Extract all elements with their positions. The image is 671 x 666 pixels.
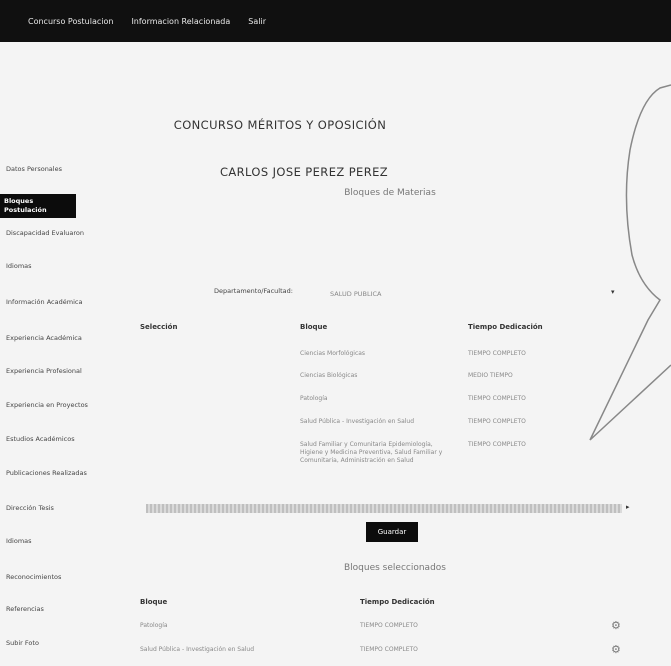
save-button[interactable]: Guardar — [366, 522, 418, 542]
horizontal-scrollbar[interactable] — [146, 504, 622, 513]
department-label: Departamento/Facultad: — [214, 287, 293, 295]
col-header-tiempo: Tiempo Dedicación — [468, 323, 543, 331]
section-title-bloques: Bloques de Materias — [344, 188, 436, 198]
sidebar-item-reconocimientos[interactable]: Reconocimientos — [6, 573, 110, 582]
row-time: TIEMPO COMPLETO — [468, 350, 526, 357]
sidebar-item-experiencia-proyectos[interactable]: Experiencia en Proyectos — [6, 401, 110, 410]
gear-icon[interactable]: ⚙ — [611, 620, 622, 631]
sidebar-item-datos-personales[interactable]: Datos Personales — [6, 165, 110, 174]
sidebar-item-discapacidad[interactable]: Discapacidad Evaluaron — [6, 229, 110, 238]
row-time: TIEMPO COMPLETO — [468, 441, 526, 448]
col-header-bloque-2: Bloque — [140, 598, 168, 606]
sidebar-item-estudios-academicos[interactable]: Estudios Académicos — [6, 435, 110, 444]
nav-informacion-relacionada[interactable]: Informacion Relacionada — [131, 17, 230, 26]
page-title: CONCURSO MÉRITOS Y OPOSICIÓN — [173, 118, 387, 132]
row-block: Patología — [300, 395, 328, 402]
sidebar-item-referencias[interactable]: Referencias — [6, 605, 110, 614]
department-select[interactable]: SALUD PUBLICA — [330, 290, 381, 298]
row-block: Salud Pública - Investigación en Salud — [300, 418, 415, 425]
sidebar-item-direccion-tesis[interactable]: Dirección Tesis — [6, 504, 110, 513]
section-title-seleccionados: Bloques seleccionados — [344, 563, 446, 573]
row-block: Patología — [140, 622, 168, 629]
row-time: MEDIO TIEMPO — [468, 372, 513, 379]
sidebar-item-experiencia-academica[interactable]: Experiencia Académica — [6, 334, 110, 343]
col-header-seleccion: Selección — [140, 323, 178, 331]
sidebar-item-bloques-postulacion[interactable]: Bloques Postulación — [0, 194, 76, 218]
row-time: TIEMPO COMPLETO — [360, 646, 418, 653]
row-time: TIEMPO COMPLETO — [468, 395, 526, 402]
sidebar-item-informacion-academica[interactable]: Información Académica — [6, 298, 110, 307]
row-time: TIEMPO COMPLETO — [468, 418, 526, 425]
nav-concurso-postulacion[interactable]: Concurso Postulacion — [28, 17, 113, 26]
row-block: Salud Familiar y Comunitaria Epidemiolog… — [300, 441, 443, 464]
arrow-right-icon[interactable]: ▸ — [626, 503, 630, 511]
col-header-bloque: Bloque — [300, 323, 328, 331]
sidebar-item-idiomas-1[interactable]: Idiomas — [6, 262, 110, 271]
sidebar-item-idiomas-2[interactable]: Idiomas — [6, 537, 110, 546]
sidebar-item-publicaciones[interactable]: Publicaciones Realizadas — [6, 469, 110, 478]
row-time: TIEMPO COMPLETO — [360, 622, 418, 629]
row-block: Ciencias Morfológicas — [300, 350, 366, 357]
sidebar-item-experiencia-profesional[interactable]: Experiencia Profesional — [6, 367, 110, 376]
sidebar-item-subir-foto[interactable]: Subir Foto — [6, 639, 110, 648]
gear-icon[interactable]: ⚙ — [611, 644, 622, 655]
col-header-tiempo-2: Tiempo Dedicación — [360, 598, 435, 606]
speech-bubble-overlay — [589, 84, 671, 441]
top-navbar: Concurso Postulacion Informacion Relacio… — [0, 0, 671, 42]
row-block: Ciencias Biológicas — [300, 372, 358, 379]
row-block: Salud Pública - Investigación en Salud — [140, 646, 255, 653]
nav-salir[interactable]: Salir — [248, 17, 266, 26]
